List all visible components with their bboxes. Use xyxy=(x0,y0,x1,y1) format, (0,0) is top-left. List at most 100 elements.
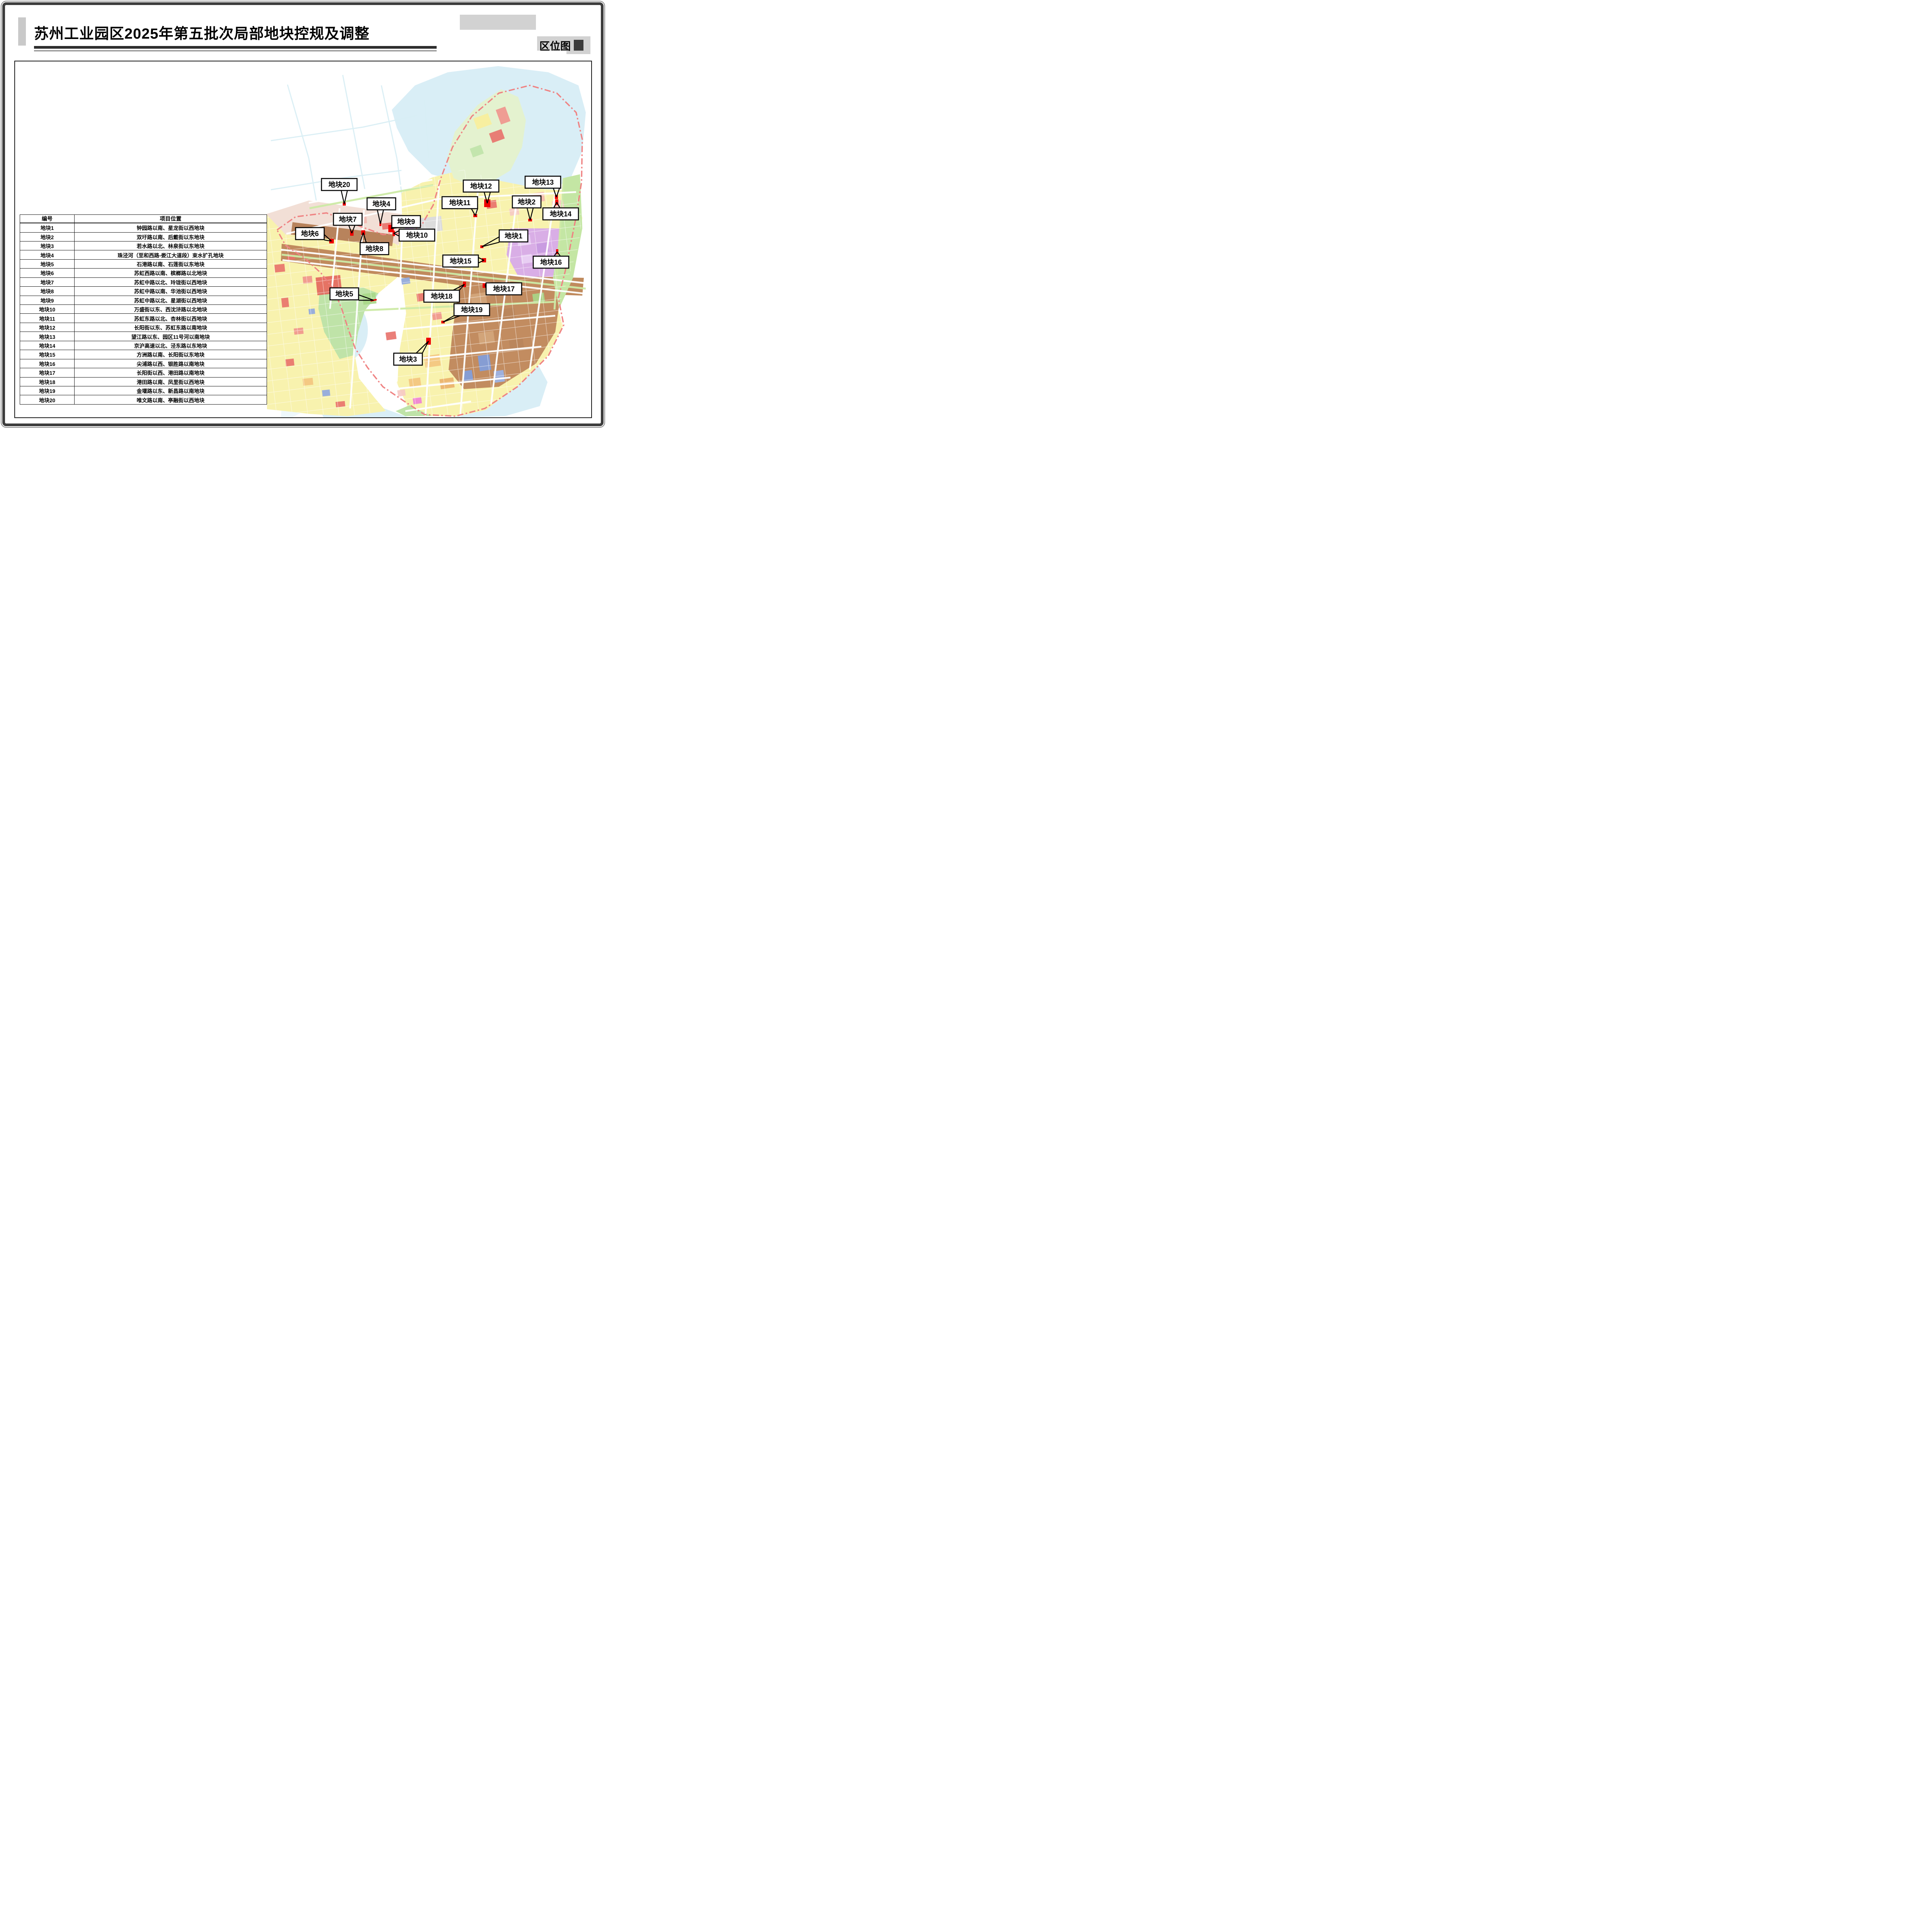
table-row: 地块8苏虹中路以南、华池街以西地块 xyxy=(20,287,267,296)
table-row: 地块7苏虹中路以北、玲珑街以西地块 xyxy=(20,277,267,286)
plot-id-cell: 地块1 xyxy=(20,223,75,232)
table-row: 地块19金堰路以东、新昌路以南地块 xyxy=(20,386,267,395)
callout-text: 地块6 xyxy=(301,230,319,238)
table-row: 地块11苏虹东路以北、杏林街以西地块 xyxy=(20,314,267,323)
header-band xyxy=(460,15,536,30)
callout-text: 地块20 xyxy=(328,180,350,189)
callout-text: 地块4 xyxy=(372,200,390,208)
plot-location-cell: 苏虹中路以北、星湖街以西地块 xyxy=(75,296,267,304)
table-row: 地块6苏虹西路以南、槟榔路以北地块 xyxy=(20,269,267,277)
plot-location-cell: 珠泾河（至和西路-娄江大道段）束水扩孔地块 xyxy=(75,250,267,259)
title-underline-dark xyxy=(34,46,437,49)
table-row: 地块13望江路以东、园区11号河以南地块 xyxy=(20,332,267,341)
plot-id-cell: 地块11 xyxy=(20,314,75,323)
plot-location-cell: 长阳街以西、港田路以南地块 xyxy=(75,368,267,377)
callout-text: 地块18 xyxy=(431,292,452,300)
callout-地块11: 地块11 xyxy=(442,197,478,209)
callout-地块9: 地块9 xyxy=(392,216,420,228)
callout-地块17: 地块17 xyxy=(486,283,522,295)
callout-text: 地块11 xyxy=(449,199,470,207)
page: 苏州工业园区2025年第五批次局部地块控规及调整 区位图 xyxy=(0,0,606,429)
callout-text: 地块12 xyxy=(470,182,492,190)
callout-地块3: 地块3 xyxy=(394,353,422,365)
plot-location-cell: 京沪高速以北、泾东路以东地块 xyxy=(75,341,267,350)
plot-id-cell: 地块8 xyxy=(20,287,75,296)
callout-text: 地块16 xyxy=(540,258,562,266)
plot-id-cell: 地块10 xyxy=(20,305,75,314)
plot-location-cell: 金堰路以东、新昌路以南地块 xyxy=(75,386,267,395)
plot-location-cell: 钟园路以南、星龙街以西地块 xyxy=(75,223,267,232)
plot-id-cell: 地块5 xyxy=(20,259,75,268)
callout-地块15: 地块15 xyxy=(443,255,478,267)
plot-id-cell: 地块4 xyxy=(20,250,75,259)
plot-id-cell: 地块12 xyxy=(20,323,75,332)
plot-id-cell: 地块2 xyxy=(20,232,75,241)
corner-label-strip xyxy=(537,51,566,54)
callout-地块5: 地块5 xyxy=(330,288,359,300)
callout-text: 地块3 xyxy=(399,355,417,363)
callout-text: 地块14 xyxy=(550,210,571,218)
plot-id-cell: 地块14 xyxy=(20,341,75,350)
plot-location-cell: 苏虹中路以南、华池街以西地块 xyxy=(75,287,267,296)
plot-id-cell: 地块16 xyxy=(20,359,75,368)
plot-location-cell: 苏虹中路以北、玲珑街以西地块 xyxy=(75,277,267,286)
table-row: 地块2双圩路以南、后戴街以东地块 xyxy=(20,232,267,241)
plot-id-cell: 地块13 xyxy=(20,332,75,341)
plot-location-cell: 双圩路以南、后戴街以东地块 xyxy=(75,232,267,241)
callout-地块10: 地块10 xyxy=(399,229,435,241)
plot-location-cell: 万盛街以东、西沈浒路以北地块 xyxy=(75,305,267,314)
plot-location-cell: 长阳街以东、苏虹东路以南地块 xyxy=(75,323,267,332)
table-row: 地块15方洲路以南、长阳街以东地块 xyxy=(20,350,267,359)
callout-text: 地块8 xyxy=(366,245,383,253)
plot-location-cell: 若水路以北、林泉街以东地块 xyxy=(75,241,267,250)
table-row: 地块16尖浦路以西、银胜路以南地块 xyxy=(20,359,267,368)
callout-地块14: 地块14 xyxy=(543,208,578,220)
content-frame: 地块1地块2地块3地块4地块5地块6地块7地块8地块9地块10地块11地块12地… xyxy=(14,61,592,418)
plots-table-body: 地块1钟园路以南、星龙街以西地块地块2双圩路以南、后戴街以东地块地块3若水路以北… xyxy=(20,223,267,405)
callout-text: 地块2 xyxy=(518,198,536,206)
callout-地块8: 地块8 xyxy=(360,243,389,255)
table-row: 地块3若水路以北、林泉街以东地块 xyxy=(20,241,267,250)
callout-地块13: 地块13 xyxy=(525,176,561,188)
plot-id-cell: 地块3 xyxy=(20,241,75,250)
callout-text: 地块5 xyxy=(335,290,353,298)
callout-text: 地块13 xyxy=(532,178,554,186)
table-row: 地块17长阳街以西、港田路以南地块 xyxy=(20,368,267,377)
callout-地块6: 地块6 xyxy=(296,228,324,240)
callout-地块19: 地块19 xyxy=(454,304,490,316)
plot-id-cell: 地块9 xyxy=(20,296,75,304)
plot-id-cell: 地块17 xyxy=(20,368,75,377)
plot-location-cell: 港田路以南、凤里街以西地块 xyxy=(75,377,267,386)
table-row: 地块5石港路以南、石莲街以东地块 xyxy=(20,259,267,268)
title-underline-light xyxy=(34,50,437,51)
page-title: 苏州工业园区2025年第五批次局部地块控规及调整 xyxy=(34,22,370,43)
plot-location-cell: 望江路以东、园区11号河以南地块 xyxy=(75,332,267,341)
callout-地块18: 地块18 xyxy=(424,290,459,302)
callout-text: 地块9 xyxy=(397,218,415,226)
plot-id-cell: 地块18 xyxy=(20,377,75,386)
plot-location-cell: 尖浦路以西、银胜路以南地块 xyxy=(75,359,267,368)
table-row: 地块4珠泾河（至和西路-娄江大道段）束水扩孔地块 xyxy=(20,250,267,259)
callout-text: 地块10 xyxy=(406,231,428,239)
plot-location-cell: 唯文路以南、亭融街以西地块 xyxy=(75,395,267,405)
callout-地块1: 地块1 xyxy=(499,230,528,242)
callout-地块20: 地块20 xyxy=(321,179,357,190)
land-parcel xyxy=(386,331,397,340)
plots-table-head: 编号 项目位置 xyxy=(20,215,267,223)
table-row: 地块12长阳街以东、苏虹东路以南地块 xyxy=(20,323,267,332)
header-cell-id: 编号 xyxy=(20,215,75,223)
callout-地块2: 地块2 xyxy=(512,196,541,208)
corner-label-square xyxy=(574,40,583,51)
plot-location-cell: 苏虹东路以北、杏林街以西地块 xyxy=(75,314,267,323)
plot-location-cell: 方洲路以南、长阳街以东地块 xyxy=(75,350,267,359)
callout-地块7: 地块7 xyxy=(333,213,362,225)
table-row: 地块18港田路以南、凤里街以西地块 xyxy=(20,377,267,386)
callout-text: 地块15 xyxy=(450,257,471,265)
callout-地块16: 地块16 xyxy=(533,256,569,268)
plot-id-cell: 地块20 xyxy=(20,395,75,405)
plot-id-cell: 地块19 xyxy=(20,386,75,395)
callout-地块4: 地块4 xyxy=(367,198,396,210)
callout-text: 地块17 xyxy=(493,285,515,293)
plot-id-cell: 地块6 xyxy=(20,269,75,277)
plot-id-cell: 地块7 xyxy=(20,277,75,286)
